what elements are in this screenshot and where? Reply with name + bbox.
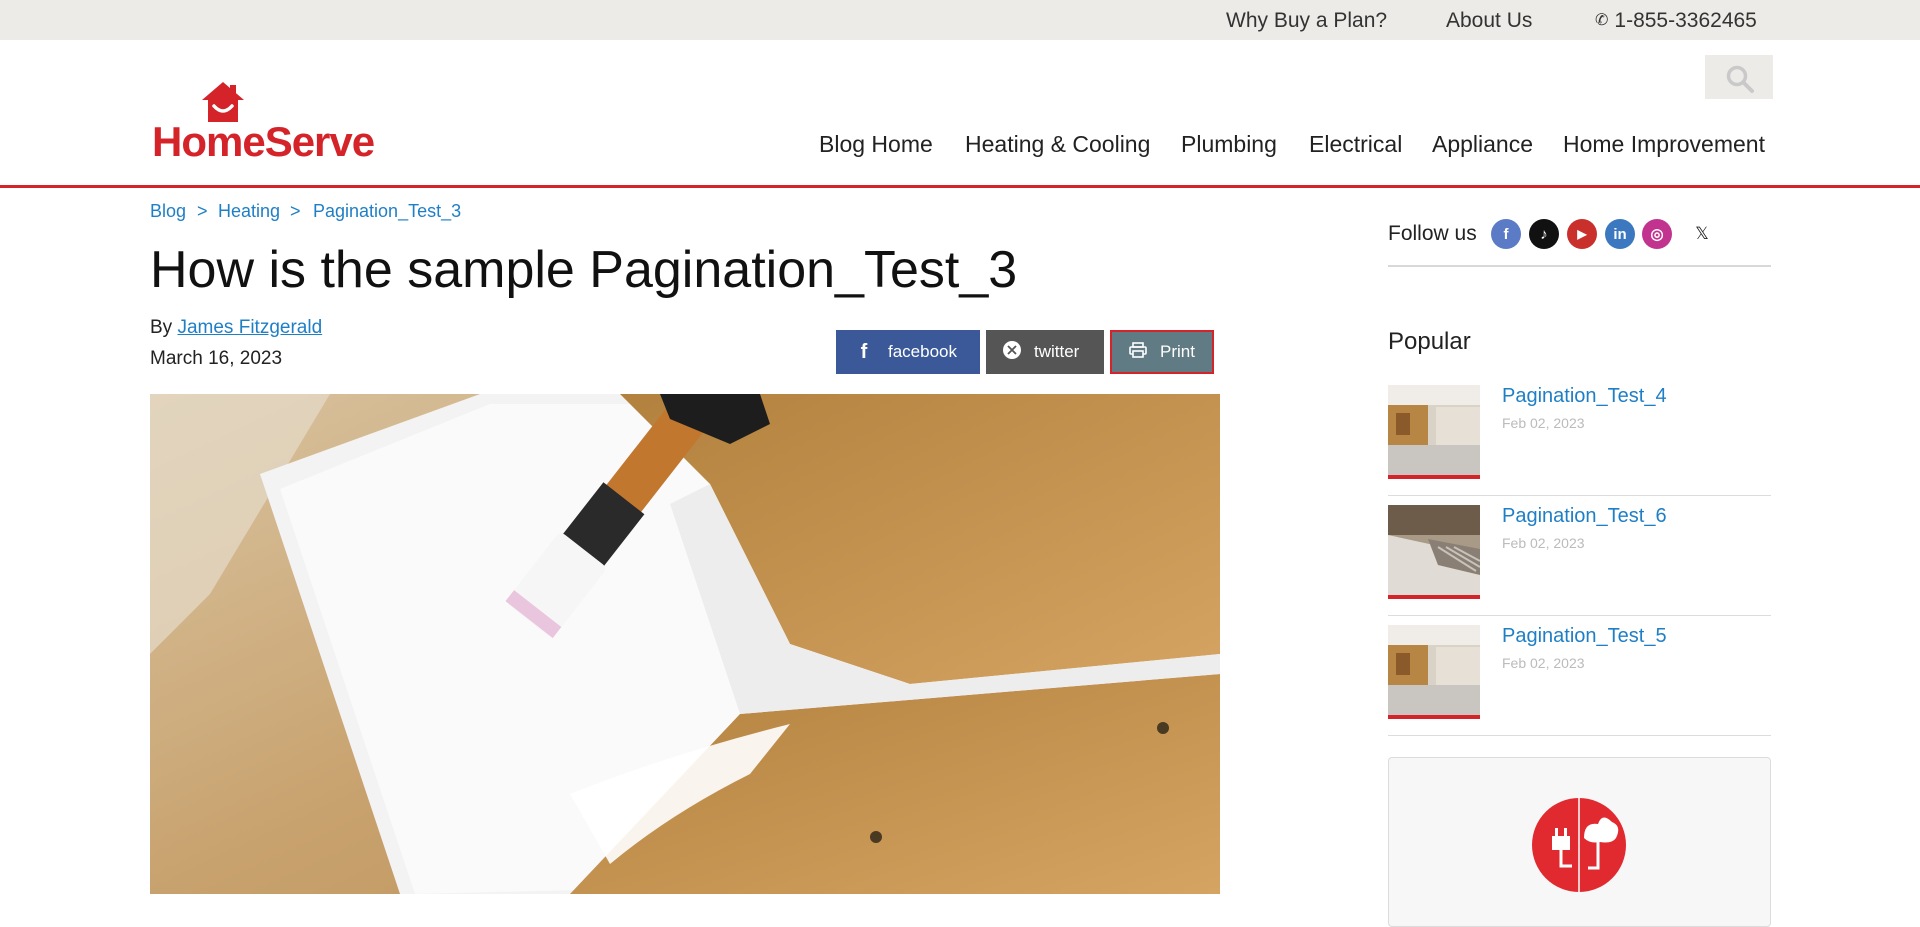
instagram-icon[interactable]: ◎	[1642, 219, 1672, 249]
promo-card	[1388, 757, 1771, 927]
homeserve-logo[interactable]: HomeServe	[150, 80, 375, 200]
tiktok-icon[interactable]: ♪	[1529, 219, 1559, 249]
byline-prefix: By	[150, 317, 173, 338]
paint-brush-illustration	[150, 394, 1220, 894]
byline: By James Fitzgerald	[150, 317, 322, 339]
search-icon	[1726, 65, 1754, 93]
follow-us-label: Follow us	[1388, 222, 1477, 245]
utility-bar: Why Buy a Plan? About Us ✆ 1-855-3362465	[0, 0, 1920, 40]
linkedin-icon[interactable]: in	[1605, 219, 1635, 249]
publish-date: March 16, 2023	[150, 348, 283, 369]
phone-number: 1-855-3362465	[1614, 9, 1757, 32]
x-icon	[1002, 340, 1022, 364]
divider	[1388, 265, 1771, 267]
breadcrumb-current[interactable]: Pagination_Test_3	[313, 201, 461, 222]
print-label: Print	[1160, 342, 1195, 361]
printer-icon	[1128, 341, 1148, 363]
share-twitter-button[interactable]: twitter	[986, 330, 1104, 374]
popular-thumbnail[interactable]	[1388, 625, 1480, 719]
popular-thumbnail[interactable]	[1388, 385, 1480, 479]
popular-date: Feb 02, 2023	[1502, 535, 1585, 551]
basement-image	[1388, 385, 1480, 475]
nav-home-improvement[interactable]: Home Improvement	[1563, 131, 1765, 158]
page-title: How is the sample Pagination_Test_3	[150, 241, 1018, 299]
popular-date: Feb 02, 2023	[1502, 655, 1585, 671]
breadcrumb-heating[interactable]: Heating	[218, 201, 280, 222]
floor-heating-image	[1388, 505, 1480, 595]
share-facebook-label: facebook	[888, 342, 957, 361]
phone-icon: ✆	[1595, 12, 1609, 29]
facebook-icon: f	[860, 340, 868, 363]
hero-image	[150, 394, 1220, 894]
popular-item[interactable]: Pagination_Test_4 Feb 02, 2023	[1388, 385, 1771, 496]
popular-heading: Popular	[1388, 328, 1471, 355]
nav-electrical[interactable]: Electrical	[1309, 131, 1402, 158]
logo-text: HomeServe	[152, 118, 375, 165]
breadcrumb-blog[interactable]: Blog	[150, 201, 186, 222]
print-button[interactable]: Print	[1110, 330, 1214, 374]
search-button[interactable]	[1705, 55, 1773, 99]
popular-item[interactable]: Pagination_Test_5 Feb 02, 2023	[1388, 625, 1771, 736]
nav-heating-cooling[interactable]: Heating & Cooling	[965, 131, 1150, 158]
breadcrumb-separator: >	[197, 201, 208, 221]
popular-title[interactable]: Pagination_Test_5	[1502, 625, 1667, 648]
nav-appliance[interactable]: Appliance	[1432, 131, 1533, 158]
share-twitter-label: twitter	[1034, 342, 1080, 361]
popular-date: Feb 02, 2023	[1502, 415, 1585, 431]
site-header: HomeServe Blog Home Heating & Cooling Pl…	[0, 40, 1920, 188]
why-buy-link[interactable]: Why Buy a Plan?	[1226, 9, 1387, 33]
popular-title[interactable]: Pagination_Test_6	[1502, 505, 1667, 528]
phone-link[interactable]: ✆ 1-855-3362465	[1595, 9, 1757, 33]
plug-tree-icon	[1532, 798, 1626, 892]
facebook-icon[interactable]: f	[1491, 219, 1521, 249]
nav-blog-home[interactable]: Blog Home	[819, 131, 933, 158]
basement-image	[1388, 625, 1480, 715]
breadcrumb-separator: >	[290, 201, 301, 221]
x-icon[interactable]: 𝕏	[1687, 219, 1717, 249]
share-facebook-button[interactable]: f facebook	[836, 330, 980, 374]
popular-title[interactable]: Pagination_Test_4	[1502, 385, 1667, 408]
popular-item[interactable]: Pagination_Test_6 Feb 02, 2023	[1388, 505, 1771, 616]
youtube-icon[interactable]: ▶	[1567, 219, 1597, 249]
popular-thumbnail[interactable]	[1388, 505, 1480, 599]
nav-plumbing[interactable]: Plumbing	[1181, 131, 1277, 158]
about-us-link[interactable]: About Us	[1446, 9, 1532, 33]
author-link[interactable]: James Fitzgerald	[177, 317, 322, 338]
